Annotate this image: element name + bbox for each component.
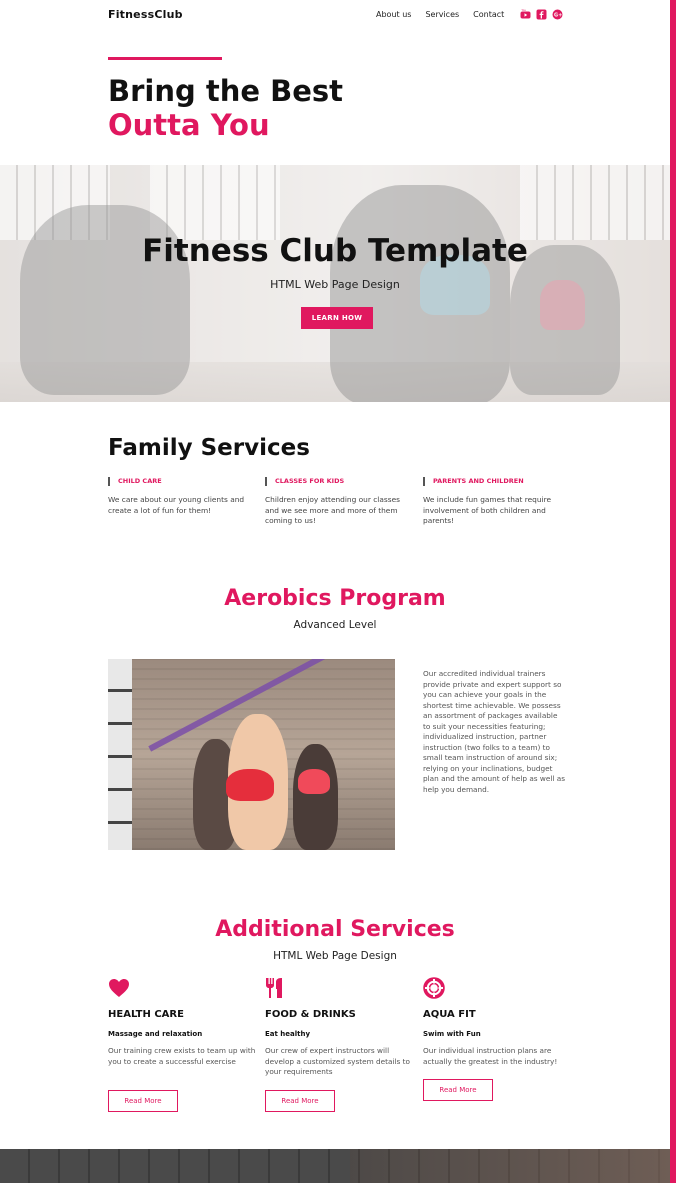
- google-plus-icon[interactable]: G+: [552, 9, 563, 20]
- intro-divider: [108, 57, 222, 60]
- service-health-care: HEALTH CARE Massage and relaxation Our t…: [108, 976, 256, 1112]
- photo-window: [108, 659, 132, 850]
- intro-title: Bring the Best Outta You: [108, 74, 343, 142]
- photo-person-right-top: [298, 769, 330, 794]
- lifebuoy-icon: [423, 976, 571, 1000]
- footer-image-strip: [0, 1149, 670, 1183]
- service-aqua-fit: AQUA FIT Swim with Fun Our individual in…: [423, 976, 571, 1101]
- photo-person-right: [293, 744, 338, 850]
- service-text: Our training crew exists to team up with…: [108, 1046, 256, 1066]
- photo-person-center-top: [226, 769, 274, 801]
- aerobics-description: Our accredited individual trainers provi…: [423, 669, 566, 794]
- service-subtitle: Massage and relaxation: [108, 1030, 203, 1038]
- learn-how-button[interactable]: LEARN HOW: [301, 307, 373, 329]
- intro-title-line1: Bring the Best: [108, 74, 344, 108]
- service-subtitle: Eat healthy: [265, 1030, 311, 1038]
- service-name: FOOD & DRINKS: [265, 1009, 356, 1020]
- service-text: Our crew of expert instructors will deve…: [265, 1046, 410, 1076]
- hero-banner: Fitness Club Template HTML Web Page Desi…: [0, 165, 670, 402]
- banner-title: Fitness Club Template: [142, 233, 528, 269]
- family-item-text: Children enjoy attending our classes and…: [265, 495, 400, 525]
- aerobics-subtitle: Advanced Level: [293, 619, 377, 631]
- brand-logo[interactable]: FitnessClub: [108, 8, 183, 21]
- aerobics-title: Aerobics Program: [224, 586, 446, 611]
- service-text: Our individual instruction plans are act…: [423, 1046, 558, 1066]
- nav-about[interactable]: About us: [376, 10, 411, 19]
- family-services-title: Family Services: [108, 435, 310, 461]
- aerobics-photo: [108, 659, 395, 850]
- family-item-tag: CHILD CARE: [108, 477, 253, 486]
- additional-services-subtitle: HTML Web Page Design: [273, 950, 397, 962]
- family-item-classes-for-kids: CLASSES FOR KIDS Children enjoy attendin…: [265, 477, 410, 527]
- heart-icon: [108, 976, 256, 1000]
- family-item-text: We care about our young clients and crea…: [108, 495, 245, 515]
- main-nav: About us Services Contact: [376, 10, 504, 19]
- family-item-tag: CLASSES FOR KIDS: [265, 477, 410, 486]
- read-more-button[interactable]: Read More: [108, 1090, 178, 1112]
- fork-knife-icon: [265, 976, 413, 1000]
- service-name: AQUA FIT: [423, 1009, 476, 1020]
- family-item-parents-and-children: PARENTS AND CHILDREN We include fun game…: [423, 477, 568, 527]
- svg-text:G+: G+: [554, 12, 562, 18]
- family-item-child-care: CHILD CARE We care about our young clien…: [108, 477, 253, 516]
- read-more-button[interactable]: Read More: [423, 1079, 493, 1101]
- service-food-drinks: FOOD & DRINKS Eat healthy Our crew of ex…: [265, 976, 413, 1112]
- family-item-text: We include fun games that require involv…: [423, 495, 552, 525]
- family-item-tag: PARENTS AND CHILDREN: [423, 477, 568, 486]
- intro-title-line2: Outta You: [108, 108, 270, 142]
- youtube-icon[interactable]: You: [520, 9, 531, 20]
- banner-subtitle: HTML Web Page Design: [270, 278, 400, 291]
- nav-services[interactable]: Services: [425, 10, 459, 19]
- facebook-icon[interactable]: [536, 9, 547, 20]
- service-name: HEALTH CARE: [108, 1009, 184, 1020]
- svg-text:You: You: [522, 9, 527, 12]
- right-accent-bar: [670, 0, 676, 1183]
- service-subtitle: Swim with Fun: [423, 1030, 481, 1038]
- social-links: You G+: [520, 9, 563, 20]
- additional-services-title: Additional Services: [215, 917, 455, 942]
- nav-contact[interactable]: Contact: [473, 10, 504, 19]
- footer-image-tint: [350, 1149, 670, 1183]
- read-more-button[interactable]: Read More: [265, 1090, 335, 1112]
